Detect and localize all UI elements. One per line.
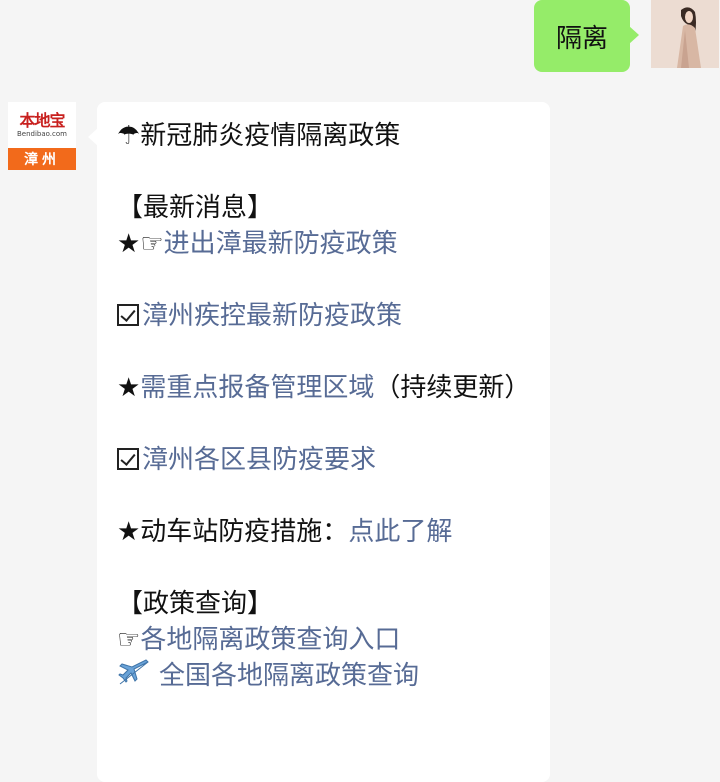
- key-areas-suffix: （持续更新）: [374, 373, 531, 403]
- message-title-text: ☂新冠肺炎疫情隔离政策: [117, 121, 401, 151]
- link-policy-query-entry[interactable]: 各地隔离政策查询入口: [140, 625, 400, 655]
- bot-message-bubble: ☂新冠肺炎疫情隔离政策 【最新消息】 ★☞进出漳最新防疫政策 漳州疾控最新防疫政…: [88, 102, 550, 782]
- logo-top: 本地宝 Bendibao.com: [8, 102, 76, 148]
- message-title: ☂新冠肺炎疫情隔离政策: [117, 118, 536, 154]
- user-message-bubble[interactable]: 隔离: [534, 0, 639, 72]
- link-cdc-policy[interactable]: 漳州疾控最新防疫政策: [142, 301, 402, 331]
- item-policy-query-entry: ☞各地隔离政策查询入口: [117, 622, 536, 658]
- airplane-icon: [118, 659, 149, 685]
- user-message-text: 隔离: [555, 23, 608, 54]
- link-national-policy-query[interactable]: 全国各地隔离政策查询: [159, 661, 419, 691]
- link-district-requirements[interactable]: 漳州各区县防疫要求: [142, 445, 376, 475]
- section-latest-news: 【最新消息】: [117, 193, 274, 223]
- link-train-station[interactable]: 点此了解: [348, 517, 452, 547]
- checkbox-icon: [117, 448, 139, 470]
- item-entry-exit-policy: ★☞进出漳最新防疫政策: [117, 226, 536, 262]
- item-train-station: ★动车站防疫措施：点此了解: [117, 514, 536, 550]
- logo-main-text: 本地宝: [19, 110, 65, 130]
- link-entry-exit-policy[interactable]: 进出漳最新防疫政策: [164, 229, 398, 259]
- item-cdc-policy: 漳州疾控最新防疫政策: [117, 298, 536, 334]
- star-icon: ★: [117, 373, 141, 403]
- user-avatar-image: [651, 0, 719, 68]
- item-district-requirements: 漳州各区县防疫要求: [117, 442, 536, 478]
- logo-sub-text: Bendibao.com: [16, 129, 67, 138]
- section-policy-query: 【政策查询】: [117, 589, 274, 619]
- checkbox-icon: [117, 304, 139, 326]
- bot-avatar-logo[interactable]: 本地宝 Bendibao.com 漳州: [8, 102, 76, 170]
- train-station-text: ★动车站防疫措施：: [117, 517, 349, 547]
- item-national-policy-query: 全国各地隔离政策查询: [117, 658, 536, 694]
- item-key-areas: ★需重点报备管理区域（持续更新）: [117, 370, 536, 406]
- pointer-icon: ☞: [117, 625, 141, 655]
- logo-city: 漳州: [8, 148, 76, 170]
- star-pointer-icon: ★☞: [117, 229, 164, 259]
- user-avatar[interactable]: [651, 0, 719, 68]
- link-key-areas[interactable]: 需重点报备管理区域: [140, 373, 374, 403]
